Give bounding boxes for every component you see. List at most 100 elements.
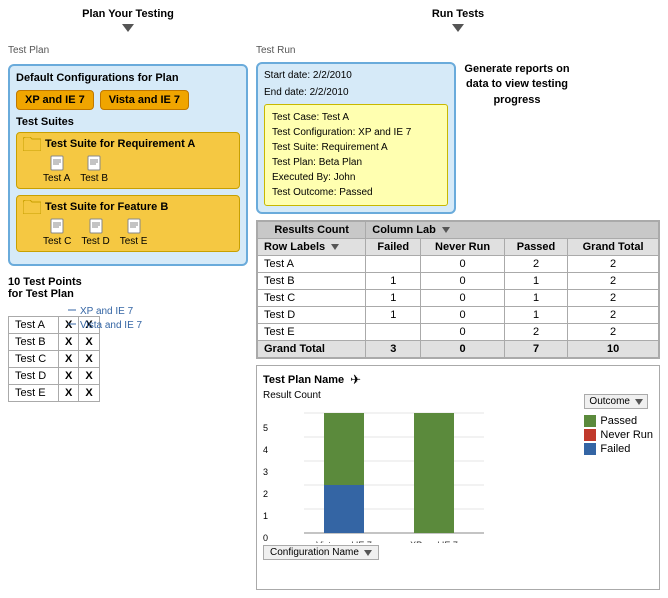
- svg-text:XP and IE 7: XP and IE 7: [410, 540, 458, 543]
- test-b-doc-icon: [87, 155, 101, 171]
- vista-ie7-button[interactable]: Vista and IE 7: [100, 90, 189, 110]
- points-xp-cell: X: [59, 351, 79, 368]
- tooltip-executed-by: Executed By: John: [272, 170, 440, 185]
- xp-ie7-button[interactable]: XP and IE 7: [16, 90, 94, 110]
- config-name-row: Configuration Name: [263, 545, 576, 560]
- result-total: 2: [568, 290, 659, 307]
- results-table: Results Count Column Lab Row Lab: [257, 221, 659, 358]
- legend-never-run: Never Run: [584, 429, 653, 441]
- results-table-row: Test C 1 0 1 2: [258, 290, 659, 307]
- suite-a-tests: Test A Test B: [43, 155, 233, 184]
- results-table-row: Test B 1 0 1 2: [258, 273, 659, 290]
- grand-total-never-run: 0: [421, 341, 505, 358]
- run-tests-header: Run Tests: [256, 8, 660, 20]
- config-name-dropdown-icon[interactable]: [364, 550, 372, 556]
- points-section: 10 Test Points for Test Plan XP and IE 7…: [8, 276, 248, 402]
- result-passed: 1: [504, 290, 567, 307]
- outcome-dropdown-icon[interactable]: [635, 399, 643, 405]
- result-label: Test A: [258, 256, 366, 273]
- test-e-doc-icon: [127, 218, 141, 234]
- results-table-container: Results Count Column Lab Row Lab: [256, 220, 660, 359]
- results-table-row: Test A 0 2 2: [258, 256, 659, 273]
- chart-title-row: Test Plan Name ✈: [263, 372, 653, 388]
- result-total: 2: [568, 307, 659, 324]
- points-vista-cell: X: [79, 334, 99, 351]
- tooltip-test-config: Test Configuration: XP and IE 7: [272, 125, 440, 140]
- result-failed: 1: [366, 307, 421, 324]
- suite-b-tests: Test C Test D: [43, 218, 233, 247]
- result-count-label: Result Count: [263, 390, 576, 401]
- suite-a-box: Test Suite for Requirement A Test A: [16, 132, 240, 189]
- grand-total-label: Grand Total: [258, 341, 366, 358]
- plan-box: Default Configurations for Plan XP and I…: [8, 64, 248, 266]
- points-table-row: Test B X X: [9, 334, 100, 351]
- results-count-header: Results Count: [258, 222, 366, 239]
- end-date: End date: 2/2/2010: [264, 87, 448, 98]
- test-a-doc-icon: [50, 155, 64, 171]
- result-failed: [366, 324, 421, 341]
- chart-legend: Outcome Passed Never Run Failed: [584, 394, 653, 455]
- failed-header: Failed: [366, 239, 421, 256]
- points-vista-cell: X: [79, 385, 99, 402]
- result-label: Test E: [258, 324, 366, 341]
- test-e-item: Test E: [120, 218, 148, 247]
- points-xp-cell: X: [59, 368, 79, 385]
- config-name-dropdown[interactable]: Configuration Name: [263, 545, 379, 560]
- grand-total-row: Grand Total 3 0 7 10: [258, 341, 659, 358]
- xp-passed-bar: [414, 413, 454, 533]
- result-passed: 1: [504, 307, 567, 324]
- xp-col-label: XP and IE 7: [80, 306, 133, 317]
- points-vista-cell: X: [79, 368, 99, 385]
- grand-total-header: Grand Total: [568, 239, 659, 256]
- chart-title: Test Plan Name: [263, 374, 344, 386]
- tooltip-box: Test Case: Test A Test Configuration: XP…: [264, 104, 448, 206]
- col-lab-dropdown-icon[interactable]: [442, 227, 450, 233]
- vista-col-label: Vista and IE 7: [80, 320, 142, 331]
- passed-header: Passed: [504, 239, 567, 256]
- suite-b-title: Test Suite for Feature B: [23, 200, 233, 214]
- test-b-item: Test B: [80, 155, 108, 184]
- test-plan-label: Test Plan: [8, 45, 248, 56]
- connector-lines: [8, 304, 78, 334]
- results-table-row: Test E 0 2 2: [258, 324, 659, 341]
- vista-passed-bar: [324, 413, 364, 485]
- points-table-row: Test C X X: [9, 351, 100, 368]
- result-passed: 2: [504, 256, 567, 273]
- legend-failed: Failed: [584, 443, 653, 455]
- result-never-run: 0: [421, 307, 505, 324]
- result-label: Test D: [258, 307, 366, 324]
- points-table-row: Test D X X: [9, 368, 100, 385]
- grand-total-total: 10: [568, 341, 659, 358]
- points-label-cell: Test C: [9, 351, 59, 368]
- run-tests-arrow-icon: [452, 22, 464, 34]
- result-failed: 1: [366, 273, 421, 290]
- folder-b-icon: [23, 200, 41, 214]
- outcome-dropdown[interactable]: Outcome: [584, 394, 648, 409]
- row-labels-header[interactable]: Row Labels: [258, 239, 366, 256]
- points-label-cell: Test B: [9, 334, 59, 351]
- test-run-box: Start date: 2/2/2010 End date: 2/2/2010 …: [256, 62, 456, 214]
- result-label: Test B: [258, 273, 366, 290]
- filter-icon: ✈: [350, 372, 361, 388]
- folder-a-icon: [23, 137, 41, 151]
- result-total: 2: [568, 324, 659, 341]
- legend-passed: Passed: [584, 415, 653, 427]
- points-table-row: Test E X X: [9, 385, 100, 402]
- left-column: Plan Your Testing Test Plan Default Conf…: [8, 8, 248, 590]
- never-run-color: [584, 429, 596, 441]
- start-date: Start date: 2/2/2010: [264, 70, 448, 81]
- points-xp-cell: X: [59, 385, 79, 402]
- result-passed: 2: [504, 324, 567, 341]
- result-never-run: 0: [421, 324, 505, 341]
- arrow-down-icon: [122, 22, 134, 34]
- top-right-area: Start date: 2/2/2010 End date: 2/2/2010 …: [256, 62, 660, 214]
- result-label: Test C: [258, 290, 366, 307]
- grand-total-failed: 3: [366, 341, 421, 358]
- config-name-label: Configuration Name: [270, 547, 359, 558]
- tooltip-test-outcome: Test Outcome: Passed: [272, 185, 440, 200]
- row-labels-dropdown-icon[interactable]: [331, 244, 339, 250]
- failed-color: [584, 443, 596, 455]
- suite-b-box: Test Suite for Feature B Test C: [16, 195, 240, 252]
- points-label-cell: Test E: [9, 385, 59, 402]
- result-never-run: 0: [421, 256, 505, 273]
